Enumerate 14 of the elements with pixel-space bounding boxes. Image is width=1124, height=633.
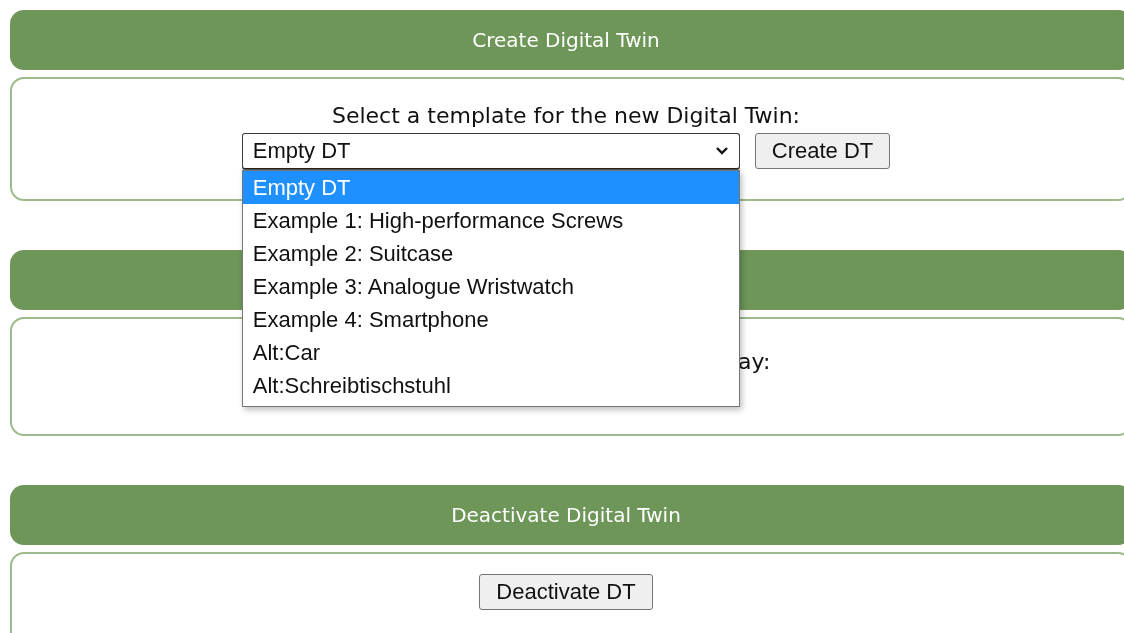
chevron-icon bbox=[714, 146, 729, 156]
panel-text: ay: bbox=[738, 349, 771, 374]
section-title: Deactivate Digital Twin bbox=[451, 503, 681, 527]
dropdown-option[interactable]: Example 2: Suitcase bbox=[242, 237, 739, 270]
dropdown-option[interactable]: Example 1: High-performance Screws bbox=[242, 204, 739, 237]
deactivate-button[interactable]: Deactivate DT bbox=[479, 574, 653, 610]
section-title: Create Digital Twin bbox=[472, 28, 660, 52]
template-prompt: Select a template for the new Digital Twin: bbox=[331, 103, 801, 128]
dropdown-option[interactable]: Example 4: Smartphone bbox=[242, 303, 739, 336]
dropdown-option[interactable]: Alt:Car bbox=[242, 336, 739, 369]
dropdown-option[interactable]: Example 3: Analogue Wristwatch bbox=[242, 270, 739, 303]
create-button[interactable]: Create DT bbox=[754, 133, 891, 169]
dropdown-option[interactable]: Alt:Schreibtischstuhl bbox=[242, 369, 739, 402]
template-select[interactable]: Empty DT bbox=[241, 133, 740, 169]
